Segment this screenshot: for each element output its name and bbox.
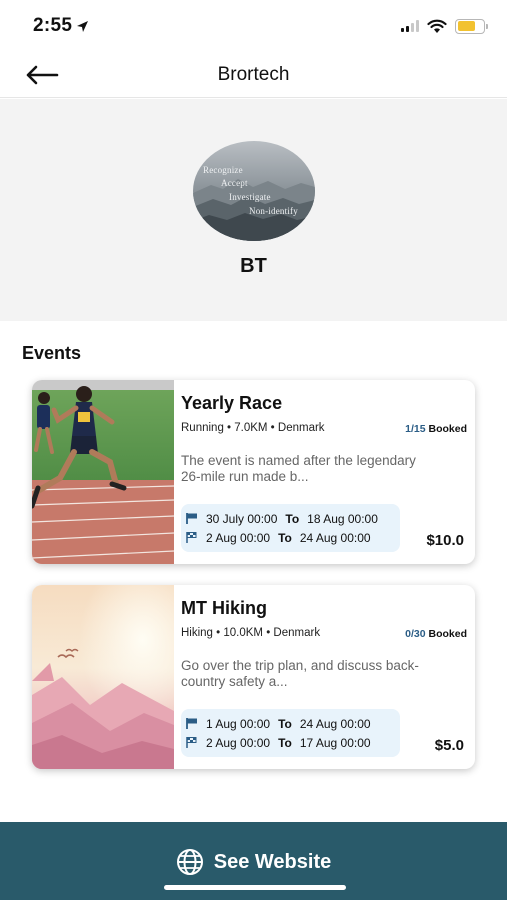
end-to: 17 Aug 00:00: [299, 735, 371, 750]
globe-icon: [176, 849, 203, 875]
start-from: 1 Aug 00:00: [206, 716, 271, 731]
booked-label: Booked: [428, 423, 467, 435]
booked-status: 0/30 Booked: [405, 628, 467, 640]
nav-header: Brortech: [0, 52, 507, 98]
to-label: To: [278, 530, 292, 545]
start-from: 30 July 00:00: [206, 511, 278, 526]
event-description: The event is named after the legendary 2…: [181, 453, 416, 484]
event-details: MT Hiking Hiking • 10.0KM • Denmark 0/30…: [181, 585, 475, 769]
start-date-row: 30 July 00:00 To 18 Aug 00:00: [185, 509, 400, 528]
organizer-profile: Recognize Accept Investigate Non-identif…: [0, 99, 507, 321]
end-to: 24 Aug 00:00: [299, 530, 371, 545]
avatar-text-line: Investigate: [229, 192, 271, 202]
event-details: Yearly Race Running • 7.0KM • Denmark 1/…: [181, 380, 475, 564]
see-website-label: See Website: [213, 850, 332, 873]
cellular-signal-icon: [401, 20, 419, 32]
start-to: 18 Aug 00:00: [307, 511, 378, 526]
avatar-text-line: Non-identify: [249, 206, 298, 216]
booked-count: 1/15: [405, 423, 426, 435]
see-website-bar[interactable]: See Website: [0, 822, 507, 900]
to-label: To: [278, 735, 292, 750]
booked-count: 0/30: [405, 628, 426, 640]
back-button[interactable]: [22, 60, 62, 90]
event-price: $5.0: [434, 737, 464, 754]
end-date-row: 2 Aug 00:00 To 24 Aug 00:00: [185, 528, 400, 547]
event-title: Yearly Race: [181, 393, 283, 413]
status-bar: 2:55: [0, 0, 507, 52]
event-description: Go over the trip plan, and discuss back-…: [181, 658, 419, 689]
wifi-icon: [427, 19, 447, 33]
start-flag-icon: [185, 717, 199, 730]
end-date-row: 2 Aug 00:00 To 17 Aug 00:00: [185, 733, 400, 752]
event-image-running: [32, 380, 174, 564]
status-indicators: [401, 18, 488, 34]
avatar-landscape-image: [193, 179, 315, 241]
end-from: 2 Aug 00:00: [206, 735, 271, 750]
event-image-hiking: [32, 585, 174, 769]
home-indicator[interactable]: [164, 885, 346, 890]
status-time: 2:55: [33, 15, 89, 37]
battery-icon: [455, 18, 488, 34]
battery-level: [457, 21, 475, 31]
end-from: 2 Aug 00:00: [206, 530, 271, 545]
avatar[interactable]: Recognize Accept Investigate Non-identif…: [193, 141, 315, 241]
finish-flag-icon: [185, 531, 199, 544]
booked-label: Booked: [428, 628, 467, 640]
event-card[interactable]: Yearly Race Running • 7.0KM • Denmark 1/…: [32, 380, 475, 564]
to-label: To: [278, 716, 292, 731]
event-card[interactable]: MT Hiking Hiking • 10.0KM • Denmark 0/30…: [32, 585, 475, 769]
event-dates: 30 July 00:00 To 18 Aug 00:00 2 Aug 00:0…: [181, 504, 400, 552]
event-meta: Running • 7.0KM • Denmark: [181, 422, 325, 434]
events-heading: Events: [22, 343, 82, 363]
avatar-text-line: Recognize: [203, 165, 243, 175]
organizer-initials: BT: [240, 255, 267, 277]
location-arrow-icon: [77, 20, 89, 32]
back-arrow-icon: [26, 65, 59, 85]
see-website-button[interactable]: See Website: [0, 848, 507, 876]
event-price: $10.0: [426, 532, 464, 549]
finish-flag-icon: [185, 736, 199, 749]
event-dates: 1 Aug 00:00 To 24 Aug 00:00 2 Aug 00:00 …: [181, 709, 400, 757]
event-meta: Hiking • 10.0KM • Denmark: [181, 627, 321, 639]
avatar-text-line: Accept: [221, 178, 248, 188]
page-title: Brortech: [217, 63, 290, 85]
booked-status: 1/15 Booked: [405, 423, 467, 435]
start-flag-icon: [185, 512, 199, 525]
event-title: MT Hiking: [181, 598, 267, 618]
to-label: To: [285, 511, 300, 526]
start-date-row: 1 Aug 00:00 To 24 Aug 00:00: [185, 714, 400, 733]
start-to: 24 Aug 00:00: [299, 716, 371, 731]
status-time-text: 2:55: [33, 15, 73, 36]
